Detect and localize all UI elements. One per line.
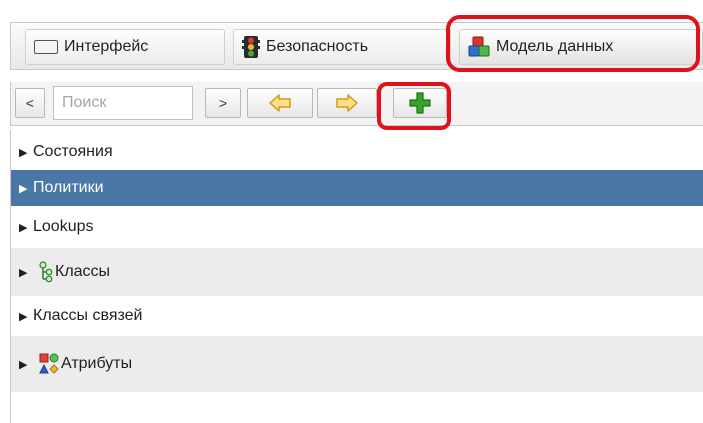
tree-panel: ▶ Состояния ▶ Политики ▶ Lookups ▶ Класс…	[10, 130, 703, 423]
tree-item-lookups[interactable]: ▶ Lookups	[11, 206, 703, 248]
search-prev-button[interactable]: <	[15, 88, 45, 118]
search-next-label: >	[218, 95, 228, 111]
search-input[interactable]	[53, 86, 193, 120]
expand-arrow-icon[interactable]: ▶	[19, 182, 31, 195]
window-icon	[34, 40, 58, 54]
tab-interface[interactable]: Интерфейс	[25, 29, 225, 65]
arrow-right-icon	[336, 94, 358, 112]
tab-interface-label: Интерфейс	[64, 38, 149, 55]
arrow-left-icon	[269, 94, 291, 112]
toolbar: < >	[10, 82, 703, 126]
expand-arrow-icon[interactable]: ▶	[19, 221, 31, 234]
tab-security[interactable]: Безопасность	[233, 29, 451, 65]
tree-item-relation-classes[interactable]: ▶ Классы связей	[11, 296, 703, 336]
expand-arrow-icon[interactable]: ▶	[19, 266, 31, 279]
expand-arrow-icon[interactable]: ▶	[19, 310, 31, 323]
expand-arrow-icon[interactable]: ▶	[19, 146, 31, 159]
traffic-light-icon	[242, 36, 260, 58]
tree-item-label: Классы связей	[33, 307, 143, 324]
tree-item-label: Классы	[55, 263, 111, 280]
tree-item-attributes[interactable]: ▶ Атрибуты	[11, 336, 703, 392]
tab-security-label: Безопасность	[266, 38, 369, 55]
search-prev-label: <	[25, 95, 35, 111]
class-hierarchy-icon	[39, 261, 53, 283]
search-next-button[interactable]: >	[205, 88, 241, 118]
tree-item-classes[interactable]: ▶ Классы	[11, 248, 703, 296]
attributes-icon	[39, 353, 59, 374]
expand-arrow-icon[interactable]: ▶	[19, 358, 31, 371]
tree-item-states[interactable]: ▶ Состояния	[11, 134, 703, 170]
tree-item-label: Политики	[33, 179, 104, 196]
add-button-highlight	[377, 82, 451, 130]
tree-item-label: Lookups	[33, 218, 94, 235]
tree-item-policies[interactable]: ▶ Политики	[11, 170, 703, 206]
data-model-highlight	[446, 15, 700, 72]
back-button[interactable]	[247, 88, 313, 118]
tree-item-label: Атрибуты	[61, 355, 133, 372]
tree-item-label: Состояния	[33, 143, 113, 160]
forward-button[interactable]	[317, 88, 377, 118]
